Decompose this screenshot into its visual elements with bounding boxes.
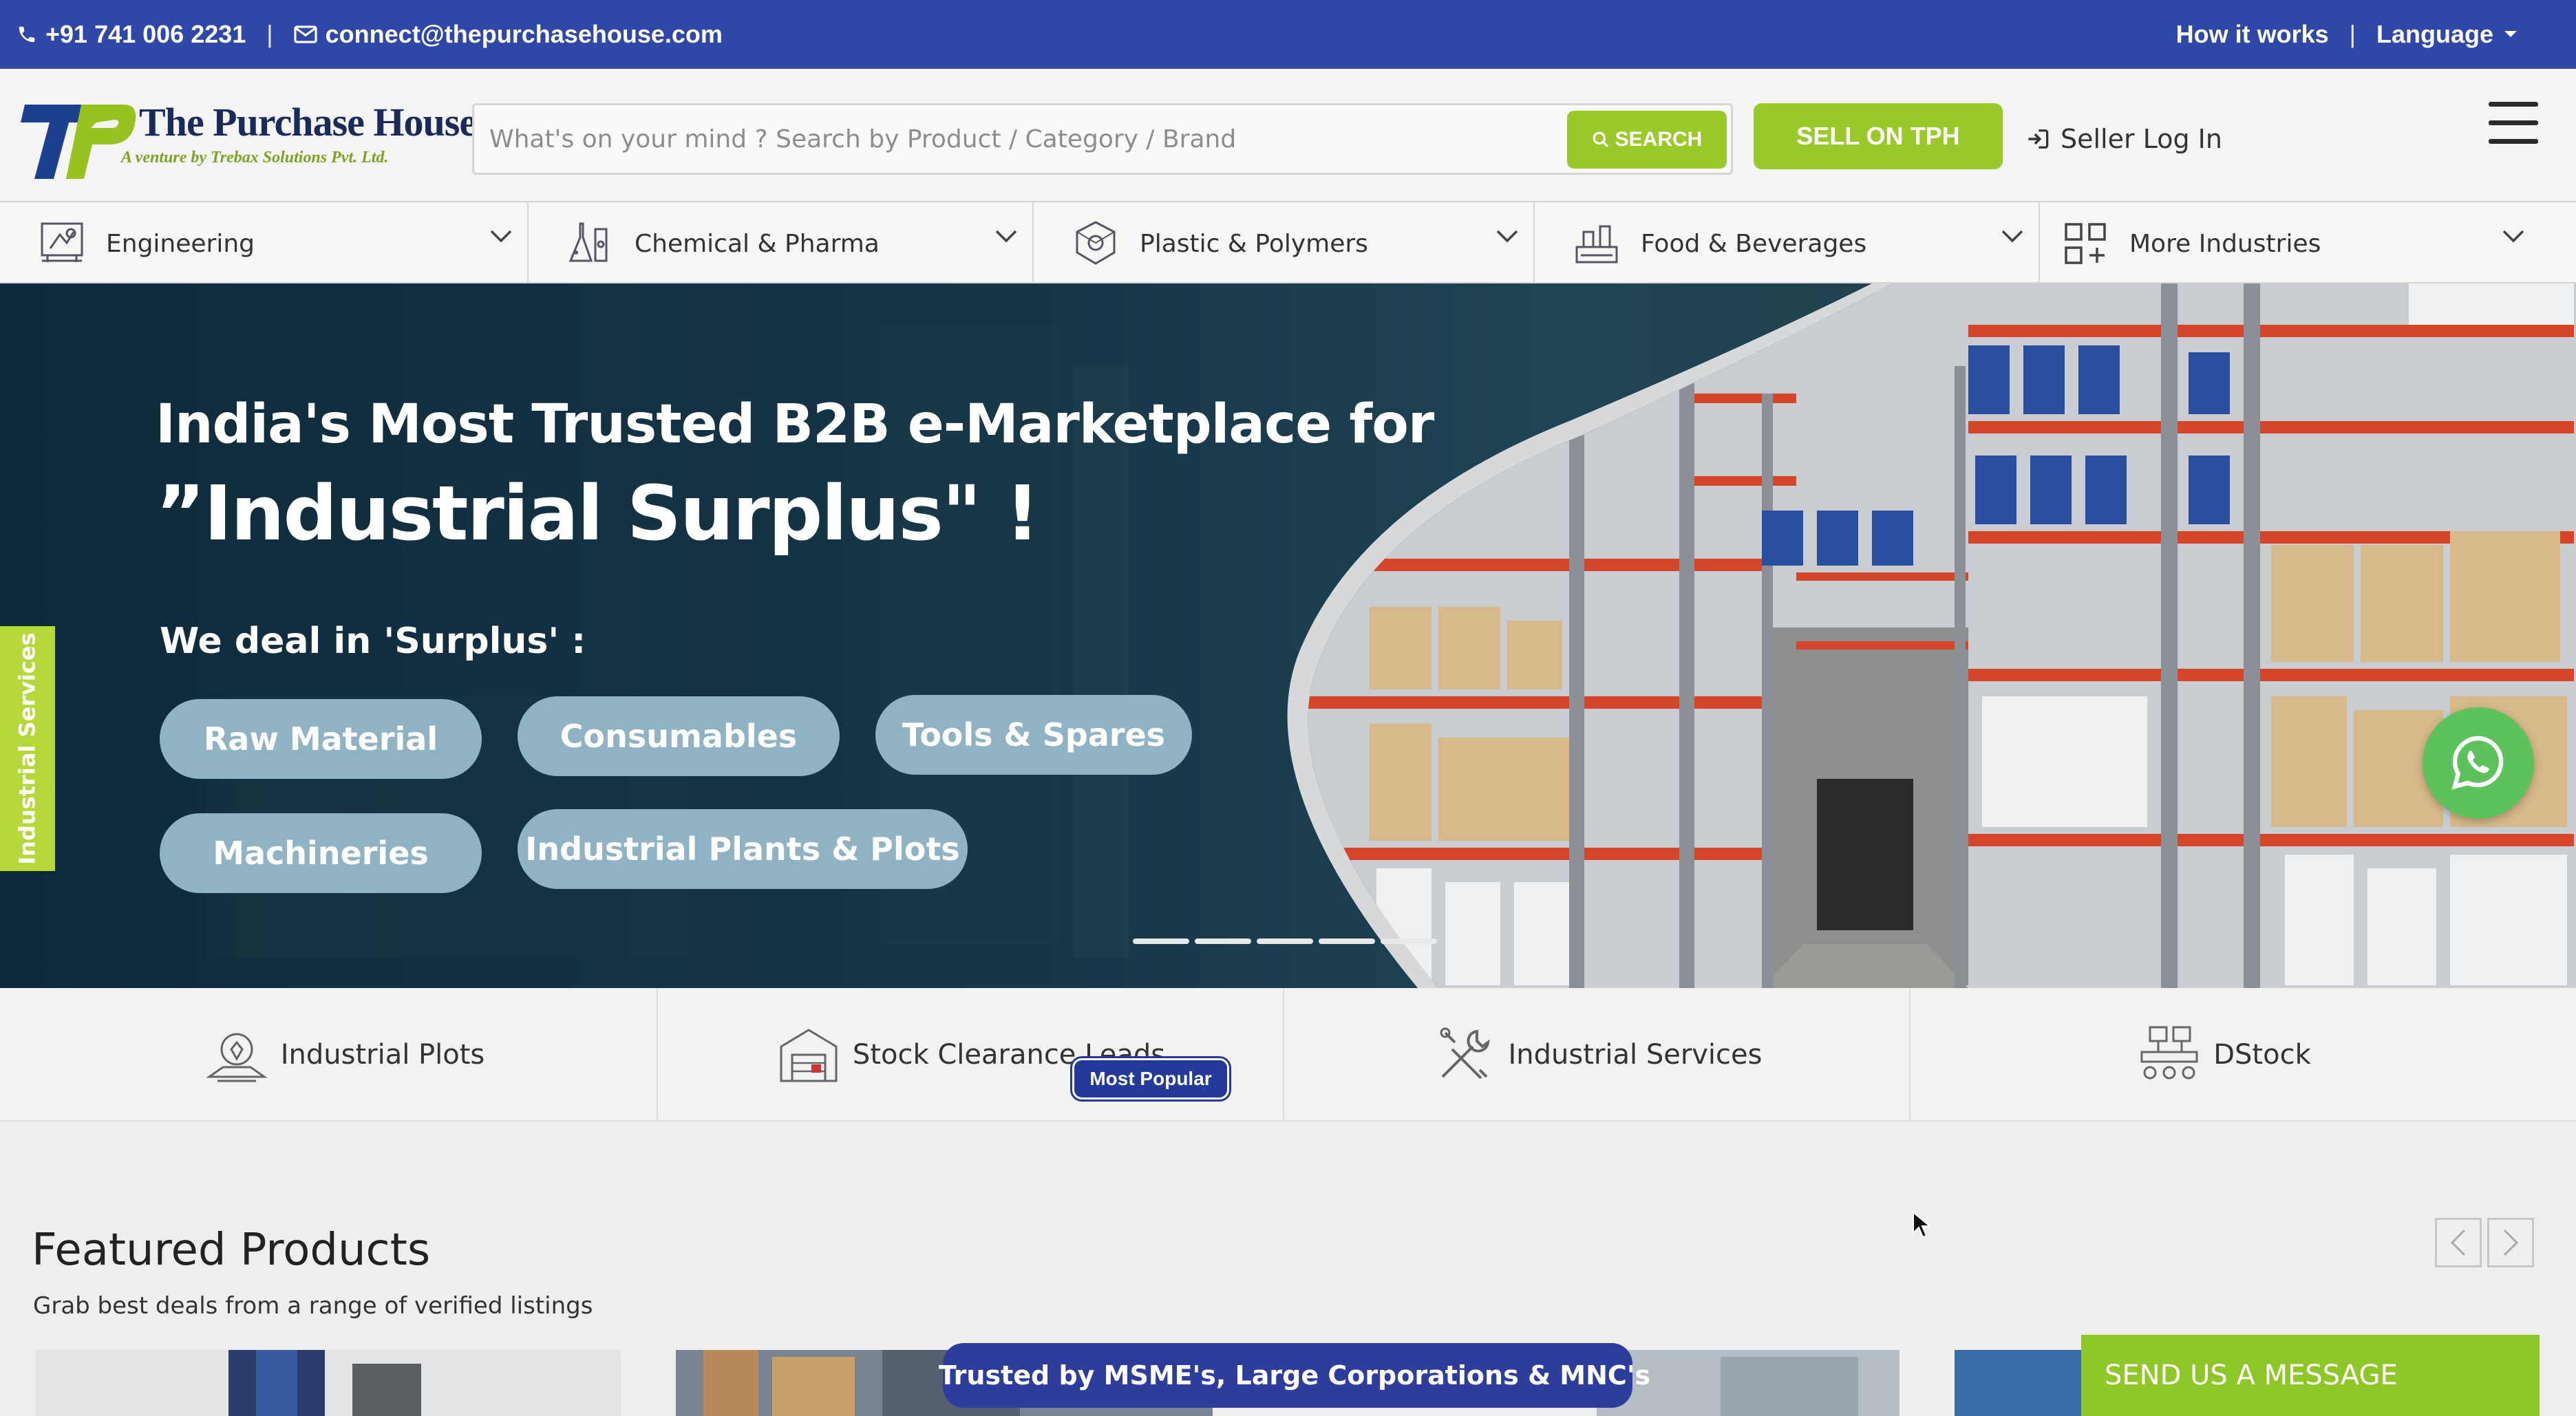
pill-consumables[interactable]: Consumables bbox=[518, 696, 840, 776]
side-tab-label: Industrial Services bbox=[14, 632, 41, 865]
tp-logo-mark bbox=[21, 105, 136, 179]
language-dropdown[interactable]: Language bbox=[2376, 20, 2518, 49]
search-bar: SEARCH bbox=[472, 103, 1733, 175]
search-button[interactable]: SEARCH bbox=[1567, 111, 1727, 169]
hero-title-line1: India's Most Trusted B2B e-Marketplace f… bbox=[156, 394, 1434, 455]
prev-arrow-button[interactable] bbox=[2435, 1218, 2482, 1267]
carousel-dot[interactable] bbox=[1195, 938, 1251, 944]
topbar-right: How it works | Language bbox=[2176, 20, 2518, 49]
separator: | bbox=[2349, 20, 2356, 48]
chevron-down-icon bbox=[2502, 230, 2524, 243]
product-card[interactable] bbox=[1955, 1350, 2092, 1416]
featured-subtitle: Grab best deals from a range of verified… bbox=[33, 1292, 593, 1320]
engineering-icon bbox=[34, 216, 89, 271]
login-icon bbox=[2028, 129, 2049, 149]
chevron-left-icon bbox=[2450, 1229, 2466, 1256]
email-contact[interactable]: connect@thepurchasehouse.com bbox=[294, 20, 723, 49]
how-it-works-link[interactable]: How it works bbox=[2176, 20, 2329, 49]
trusted-banner: Trusted by MSME's, Large Corporations & … bbox=[939, 1343, 1650, 1408]
chevron-down-icon bbox=[2001, 230, 2023, 243]
next-arrow-button[interactable] bbox=[2487, 1218, 2534, 1267]
category-label: More Industries bbox=[2129, 229, 2321, 258]
category-plastic-polymers[interactable]: Plastic & Polymers bbox=[1034, 202, 1535, 285]
food-beverages-icon bbox=[1569, 216, 1624, 271]
caret-down-icon bbox=[2504, 31, 2517, 37]
phone-number: +91 741 006 2231 bbox=[45, 20, 246, 48]
pill-tools-spares[interactable]: Tools & Spares bbox=[875, 695, 1192, 775]
chevron-right-icon bbox=[2503, 1229, 2519, 1256]
pill-machineries[interactable]: Machineries bbox=[160, 813, 482, 893]
logo-subtitle: A venture by Trebax Solutions Pvt. Ltd. bbox=[121, 149, 389, 167]
chemical-pharma-icon bbox=[563, 216, 618, 271]
email-address: connect@thepurchasehouse.com bbox=[325, 20, 723, 48]
hero-banner: India's Most Trusted B2B e-Marketplace f… bbox=[0, 283, 2576, 988]
chevron-down-icon bbox=[490, 230, 512, 243]
category-chemical-pharma[interactable]: Chemical & Pharma bbox=[529, 202, 1034, 285]
search-button-label: SEARCH bbox=[1615, 128, 1703, 151]
search-input[interactable] bbox=[488, 116, 1548, 162]
search-icon bbox=[1593, 131, 1608, 147]
category-engineering[interactable]: Engineering bbox=[0, 202, 529, 285]
seller-login-label: Seller Log In bbox=[2061, 124, 2222, 154]
featured-title: Featured Products bbox=[32, 1225, 431, 1276]
service-label: Industrial Plots bbox=[280, 1039, 485, 1071]
product-card[interactable] bbox=[36, 1350, 621, 1416]
carousel-dot[interactable] bbox=[1257, 938, 1313, 944]
separator: | bbox=[266, 20, 273, 48]
service-industrial-services[interactable]: Industrial Services bbox=[1284, 988, 1910, 1122]
warehouse-icon bbox=[780, 1029, 838, 1082]
category-nav: Engineering Chemical & Pharma Plastic & … bbox=[0, 201, 2576, 285]
send-message-button[interactable]: SEND US A MESSAGE bbox=[2081, 1335, 2540, 1416]
trusted-text: Trusted by MSME's, Large Corporations & … bbox=[938, 1360, 1651, 1391]
hero-title-line2: ”Industrial Surplus" ! bbox=[156, 469, 1040, 557]
plastic-polymers-icon bbox=[1068, 216, 1123, 271]
product-image bbox=[36, 1350, 621, 1416]
phone-contact[interactable]: +91 741 006 2231 bbox=[17, 20, 246, 49]
most-popular-badge: Most Popular bbox=[1072, 1058, 1229, 1099]
category-more-industries[interactable]: More Industries bbox=[2040, 202, 2540, 285]
pill-raw-material[interactable]: Raw Material bbox=[160, 699, 482, 779]
service-label: Industrial Services bbox=[1508, 1039, 1763, 1071]
carousel-indicators bbox=[1133, 938, 1437, 944]
mail-icon bbox=[294, 25, 317, 43]
service-label: DStock bbox=[2213, 1039, 2311, 1071]
carousel-dot[interactable] bbox=[1133, 938, 1189, 944]
carousel-dot[interactable] bbox=[1381, 938, 1437, 944]
language-label: Language bbox=[2376, 20, 2493, 48]
hero-subtitle: We deal in 'Surplus' : bbox=[160, 621, 586, 662]
product-image bbox=[1955, 1350, 2092, 1416]
category-food-beverages[interactable]: Food & Beverages bbox=[1535, 202, 2040, 285]
sell-on-tph-button[interactable]: SELL ON TPH bbox=[1754, 103, 2003, 169]
service-dstock[interactable]: DStock bbox=[1910, 988, 2537, 1122]
service-industrial-plots[interactable]: Industrial Plots bbox=[32, 988, 658, 1122]
category-label: Chemical & Pharma bbox=[635, 229, 880, 258]
whatsapp-button[interactable] bbox=[2423, 707, 2534, 819]
phone-icon bbox=[19, 26, 35, 43]
site-logo[interactable]: The Purchase House A venture by Trebax S… bbox=[21, 94, 477, 183]
top-bar: +91 741 006 2231 | connect@thepurchaseho… bbox=[0, 0, 2576, 69]
category-label: Food & Beverages bbox=[1641, 229, 1867, 258]
pill-industrial-plants-plots[interactable]: Industrial Plants & Plots bbox=[518, 809, 968, 889]
logo-title: The Purchase House bbox=[139, 100, 477, 144]
grid-plus-icon bbox=[2058, 216, 2113, 271]
seller-login-link[interactable]: Seller Log In bbox=[2026, 118, 2222, 160]
menu-icon[interactable] bbox=[2489, 102, 2538, 157]
chevron-down-icon bbox=[1496, 230, 1518, 243]
carousel-dot[interactable] bbox=[1319, 938, 1375, 944]
whatsapp-icon bbox=[2451, 736, 2504, 790]
services-bar: Industrial Plots Stock Clearance Leads I… bbox=[0, 988, 2576, 1122]
category-label: Engineering bbox=[106, 229, 255, 258]
plot-icon bbox=[205, 1033, 268, 1082]
category-label: Plastic & Polymers bbox=[1140, 229, 1368, 258]
site-header: The Purchase House A venture by Trebax S… bbox=[0, 69, 2576, 201]
conveyor-icon bbox=[2140, 1026, 2198, 1080]
chevron-down-icon bbox=[995, 230, 1017, 243]
tools-icon bbox=[1440, 1027, 1489, 1080]
mouse-cursor-icon bbox=[1913, 1211, 1930, 1238]
service-stock-clearance-leads[interactable]: Stock Clearance Leads bbox=[658, 988, 1284, 1122]
industrial-services-side-tab[interactable]: Industrial Services bbox=[0, 626, 55, 871]
